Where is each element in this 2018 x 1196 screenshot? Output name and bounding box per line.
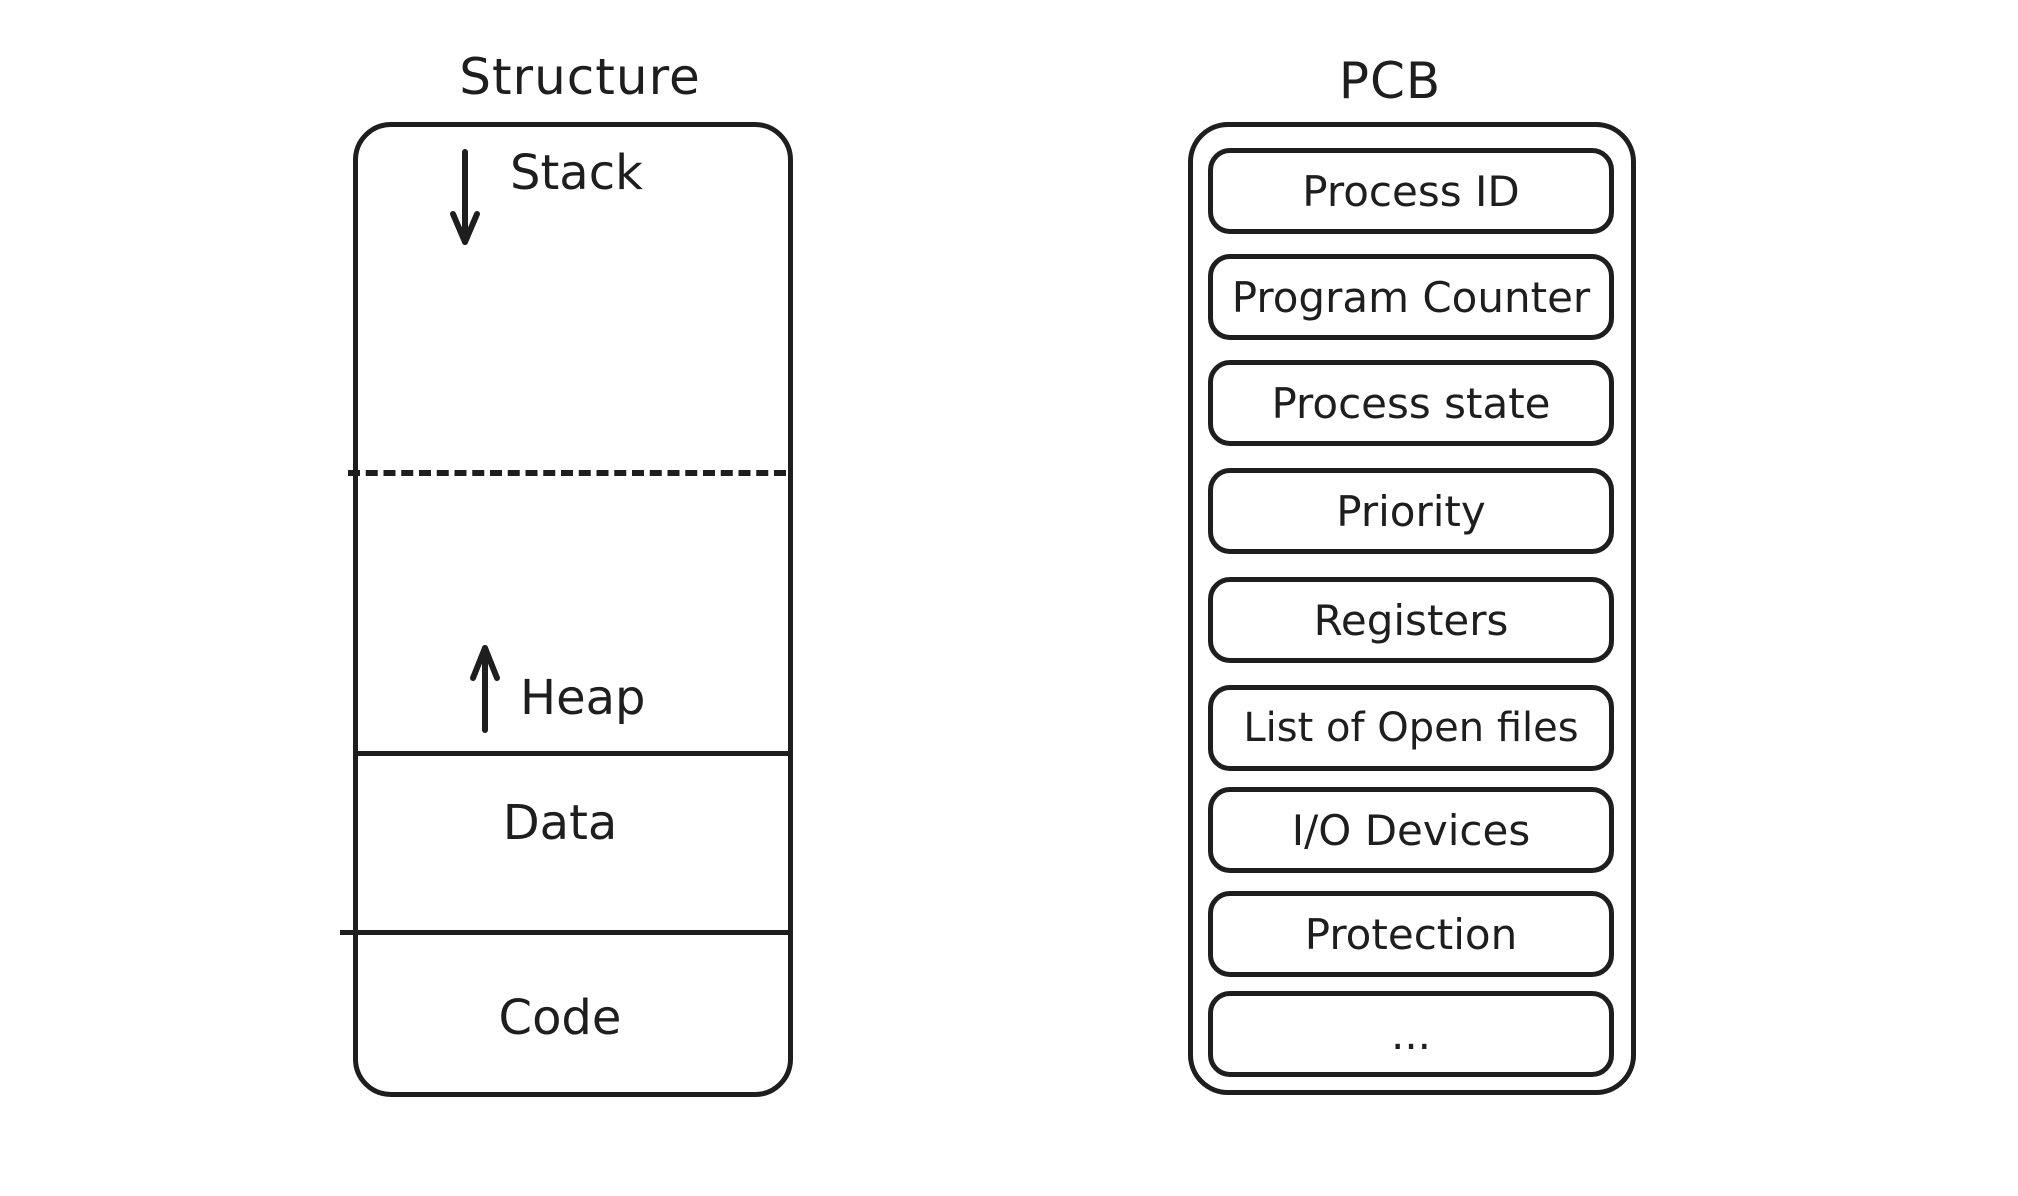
pcb-field-label: I/O Devices [1291,805,1531,855]
structure-title: Structure [459,48,701,106]
pcb-field-protection: Protection [1208,891,1614,977]
structure-box [353,122,793,1097]
pcb-field-label: Program Counter [1231,272,1591,322]
pcb-field-registers: Registers [1208,577,1614,663]
heap-label: Heap [520,670,646,726]
pcb-field-priority: Priority [1208,468,1614,554]
stack-heap-divider [348,470,786,476]
pcb-field-process-state: Process state [1208,360,1614,446]
pcb-field-program-counter: Program Counter [1208,254,1614,340]
pcb-field-label: Registers [1313,595,1509,645]
stack-label: Stack [510,145,643,201]
code-label: Code [498,990,622,1046]
pcb-field-label: List of Open files [1243,705,1579,751]
stack-arrow-down-icon [450,149,480,245]
pcb-field-label: Process state [1271,378,1551,428]
heap-data-divider [355,751,791,756]
pcb-field-open-files: List of Open files [1208,685,1614,771]
pcb-field-label: Priority [1336,486,1486,536]
pcb-field-label: ... [1390,1009,1432,1059]
pcb-title: PCB [1338,52,1442,110]
pcb-field-label: Process ID [1302,166,1520,216]
pcb-field-label: Protection [1304,909,1518,959]
pcb-field-more: ... [1208,991,1614,1077]
data-code-divider [340,930,790,935]
data-label: Data [502,795,618,851]
pcb-field-process-id: Process ID [1208,148,1614,234]
pcb-field-io-devices: I/O Devices [1208,787,1614,873]
heap-arrow-up-icon [470,645,500,733]
